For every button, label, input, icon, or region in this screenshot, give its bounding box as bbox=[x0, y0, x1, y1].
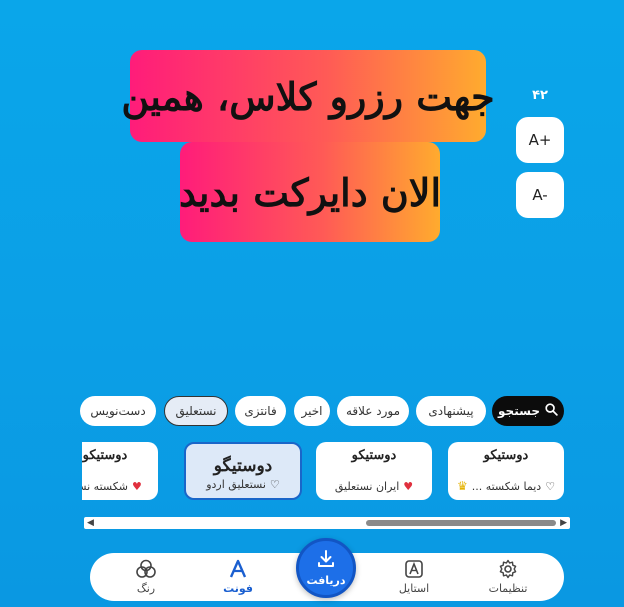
heart-outline-icon[interactable]: ♡ bbox=[270, 478, 280, 491]
scroll-left-icon[interactable]: ◀ bbox=[87, 518, 94, 528]
font-list[interactable]: دوستیکو ♥ شکسته نستع دوستیگو ♡ نستعلیق ا… bbox=[82, 442, 564, 502]
font-name: شکسته نستع bbox=[82, 480, 128, 493]
nav-settings-label: تنظیمات bbox=[488, 582, 528, 595]
search-icon bbox=[545, 403, 558, 419]
scroll-thumb[interactable] bbox=[366, 520, 556, 526]
heart-filled-icon[interactable]: ♥ bbox=[403, 480, 413, 493]
font-name: نستعلیق اردو bbox=[206, 478, 266, 491]
font-card[interactable]: دوستیکو ♡ دیما شکسته ... ♛ bbox=[448, 442, 564, 500]
search-label: جستجو bbox=[498, 404, 540, 418]
font-sample: دوستیگو bbox=[213, 456, 273, 476]
increase-size-button[interactable]: A+ bbox=[516, 117, 564, 163]
chip-fantasy[interactable]: فانتزی bbox=[235, 396, 286, 426]
color-circles-icon bbox=[135, 559, 157, 579]
chip-favorites[interactable]: مورد علاقه bbox=[337, 396, 409, 426]
crown-icon: ♛ bbox=[456, 479, 468, 493]
heart-outline-icon[interactable]: ♡ bbox=[545, 480, 555, 493]
download-icon bbox=[316, 549, 336, 572]
download-label: دریافت bbox=[306, 574, 346, 587]
horizontal-scrollbar[interactable]: ◀ ▶ bbox=[84, 517, 570, 529]
font-name: دیما شکسته ... bbox=[471, 479, 542, 493]
gear-icon bbox=[498, 559, 518, 579]
nav-font[interactable]: فونت bbox=[198, 553, 278, 601]
nav-settings[interactable]: تنظیمات bbox=[468, 553, 548, 601]
preview-line-2: الان دایرکت بدید bbox=[179, 142, 441, 242]
download-button[interactable]: دریافت bbox=[296, 538, 356, 598]
chip-suggested[interactable]: پیشنهادی bbox=[416, 396, 486, 426]
decrease-size-button[interactable]: A- bbox=[516, 172, 564, 218]
search-button[interactable]: جستجو bbox=[492, 396, 564, 426]
font-a-icon bbox=[228, 559, 248, 579]
chip-nastaliq[interactable]: نستعلیق bbox=[164, 396, 228, 426]
font-sample: دوستیکو bbox=[82, 448, 128, 463]
font-sample: دوستیکو bbox=[351, 448, 397, 463]
chip-handwriting[interactable]: دست‌نویس bbox=[80, 396, 156, 426]
category-chips: دست‌نویس نستعلیق فانتزی اخیر مورد علاقه … bbox=[80, 396, 566, 426]
font-sample: دوستیکو bbox=[483, 448, 529, 463]
font-card[interactable]: دوستیکو ♥ شکسته نستع bbox=[82, 442, 158, 500]
heart-filled-icon[interactable]: ♥ bbox=[132, 480, 142, 493]
font-size-value: ۴۲ bbox=[532, 88, 548, 103]
nav-font-label: فونت bbox=[223, 582, 253, 595]
font-card[interactable]: دوستیکو ♥ ایران نستعلیق bbox=[316, 442, 432, 500]
nav-color[interactable]: رنگ bbox=[106, 553, 186, 601]
style-icon bbox=[404, 559, 424, 579]
nav-color-label: رنگ bbox=[136, 582, 156, 595]
nav-style-label: استایل bbox=[398, 582, 430, 595]
font-name: ایران نستعلیق bbox=[334, 480, 400, 493]
scroll-right-icon[interactable]: ▶ bbox=[560, 518, 567, 528]
text-preview[interactable]: جهت رزرو کلاس، همین الان دایرکت بدید bbox=[121, 50, 495, 250]
nav-style[interactable]: استایل bbox=[374, 553, 454, 601]
chip-recent[interactable]: اخیر bbox=[294, 396, 330, 426]
preview-line-1: جهت رزرو کلاس، همین bbox=[121, 50, 495, 142]
font-card-selected[interactable]: دوستیگو ♡ نستعلیق اردو bbox=[184, 442, 302, 500]
